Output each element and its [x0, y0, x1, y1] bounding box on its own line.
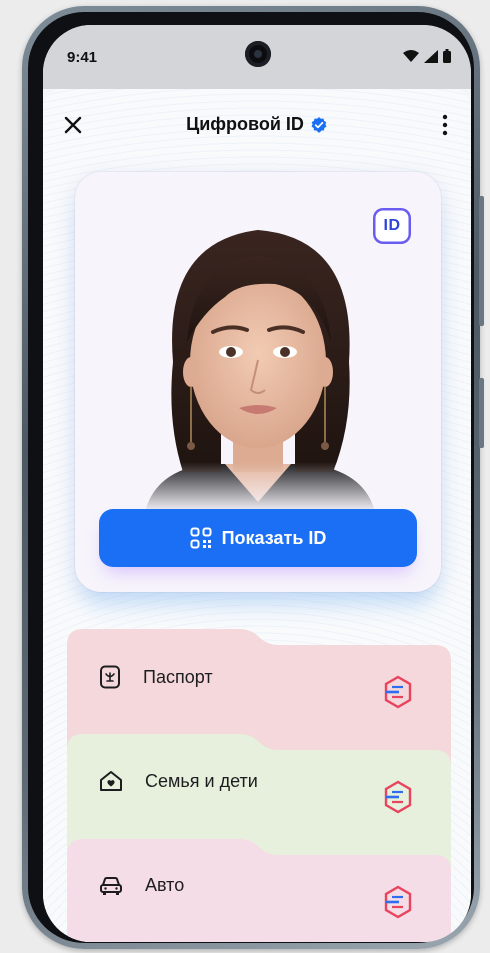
gosuslugi-logo-icon: [384, 780, 412, 814]
digital-id-sheet: Цифровой ID ID Показать ID Паспорт Семья…: [43, 89, 471, 942]
screen: 9:41 Цифровой ID ID Показать ID Паспорт …: [43, 25, 471, 942]
power-button: [479, 378, 484, 448]
more-options-button[interactable]: [435, 112, 455, 138]
show-id-label: Показать ID: [221, 527, 327, 548]
status-icons: [403, 49, 451, 63]
family-house-icon: [100, 771, 122, 791]
app-header: Цифровой ID: [43, 89, 471, 159]
document-label: Семья и дети: [145, 770, 258, 791]
signal-icon: [424, 49, 438, 63]
id-badge-text: ID: [383, 217, 401, 234]
document-row: Авто: [99, 875, 184, 896]
document-row: Паспорт: [99, 665, 213, 689]
qr-code-icon: [190, 527, 212, 549]
document-label: Авто: [145, 875, 185, 895]
bezel: 9:41 Цифровой ID ID Показать ID Паспорт …: [28, 12, 474, 943]
car-icon: [100, 876, 122, 895]
page-title: Цифровой ID: [186, 114, 304, 134]
show-id-button[interactable]: Показать ID: [99, 509, 417, 567]
status-time: 9:41: [67, 49, 98, 66]
gosuslugi-logo-icon: [384, 885, 412, 919]
volume-button: [479, 196, 484, 326]
document-label: Паспорт: [143, 666, 213, 687]
document-card-auto[interactable]: Авто: [67, 839, 451, 942]
digital-id-card: ID Показать ID: [75, 172, 441, 592]
gosuslugi-logo-icon: [384, 675, 412, 709]
id-logo-badge: ID: [373, 208, 411, 244]
more-vertical-icon: [442, 114, 448, 136]
phone-frame: 9:41 Цифровой ID ID Показать ID Паспорт …: [22, 6, 484, 949]
header-title-group: Цифровой ID: [43, 114, 471, 135]
wifi-icon: [403, 50, 419, 62]
battery-icon: [443, 49, 451, 63]
status-bar: 9:41: [43, 25, 471, 89]
front-camera: [245, 41, 271, 67]
verified-badge-icon: [311, 116, 327, 132]
document-row: Семья и дети: [99, 770, 258, 792]
passport-icon: [100, 665, 120, 689]
